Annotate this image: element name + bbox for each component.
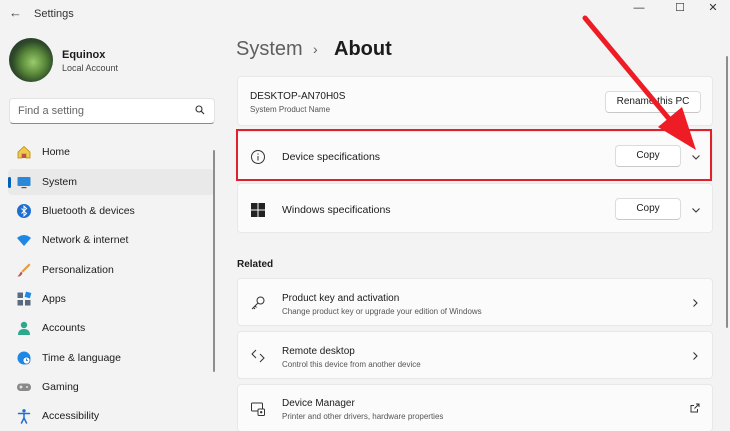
- sidebar-item-time-language[interactable]: Time & language: [8, 345, 214, 371]
- gamepad-icon: [17, 383, 31, 391]
- accounts-icon: [18, 321, 30, 335]
- globe-icon: [17, 351, 31, 365]
- related-item-remote-desktop[interactable]: Remote desktop Control this device from …: [237, 331, 713, 379]
- sidebar-item-label: Gaming: [42, 381, 79, 393]
- chevron-down-icon[interactable]: [691, 205, 701, 215]
- chevron-right-icon: [693, 352, 698, 360]
- sidebar-item-label: Network & internet: [42, 234, 129, 246]
- windows-specifications-label: Windows specifications: [282, 204, 391, 216]
- related-item-description: Change product key or upgrade your editi…: [282, 307, 482, 316]
- sidebar-item-network[interactable]: Network & internet: [8, 227, 214, 253]
- external-link-icon: [690, 403, 700, 413]
- search-box[interactable]: [9, 98, 215, 124]
- remote-desktop-icon: [251, 349, 265, 363]
- related-item-title: Product key and activation: [282, 293, 400, 304]
- back-arrow-icon[interactable]: ←: [9, 6, 23, 20]
- search-input[interactable]: [10, 99, 180, 123]
- related-item-title: Remote desktop: [282, 346, 355, 357]
- account-type: Local Account: [62, 63, 119, 73]
- sidebar-item-accessibility[interactable]: Accessibility: [8, 403, 214, 429]
- device-product-name: System Product Name: [250, 105, 331, 114]
- content-scrollbar[interactable]: [726, 56, 728, 328]
- sidebar-item-bluetooth[interactable]: Bluetooth & devices: [8, 198, 214, 224]
- sidebar-item-home[interactable]: Home: [8, 139, 214, 165]
- user-name: Equinox: [62, 49, 106, 61]
- active-indicator: [8, 177, 11, 188]
- sidebar-item-label: Apps: [42, 293, 66, 305]
- windows-icon: [251, 203, 265, 217]
- device-name: DESKTOP-AN70H0S: [250, 91, 346, 102]
- sidebar-item-apps[interactable]: Apps: [8, 286, 214, 312]
- related-item-title: Device Manager: [282, 398, 355, 409]
- sidebar-item-gaming[interactable]: Gaming: [8, 374, 214, 400]
- apps-icon: [17, 291, 32, 306]
- windows-specifications-row[interactable]: Windows specifications Copy: [237, 183, 713, 233]
- key-icon: [251, 296, 265, 310]
- related-item-description: Printer and other drivers, hardware prop…: [282, 412, 444, 421]
- sidebar-scrollbar[interactable]: [213, 150, 215, 372]
- sidebar-item-label: Time & language: [42, 352, 121, 364]
- breadcrumb-separator: ›: [313, 41, 318, 57]
- related-item-device-manager[interactable]: Device Manager Printer and other drivers…: [237, 384, 713, 431]
- page-title: About: [334, 38, 392, 60]
- sidebar-item-label: System: [42, 176, 78, 188]
- sidebar-item-accounts[interactable]: Accounts: [8, 315, 214, 341]
- annotation-arrow-icon: [582, 15, 696, 150]
- sidebar-item-label: Accessibility: [42, 410, 100, 422]
- search-icon[interactable]: [195, 105, 205, 115]
- breadcrumb-system[interactable]: System: [236, 38, 303, 61]
- copy-windows-specs-button[interactable]: Copy: [615, 198, 681, 220]
- bluetooth-icon: [17, 204, 31, 218]
- accessibility-icon: [17, 409, 31, 424]
- related-item-product-key[interactable]: Product key and activation Change produc…: [237, 278, 713, 326]
- device-manager-icon: [251, 402, 265, 416]
- sidebar-item-system[interactable]: System: [8, 169, 214, 195]
- avatar[interactable]: [9, 38, 53, 82]
- wifi-icon: [17, 235, 31, 246]
- sidebar-item-label: Bluetooth & devices: [42, 205, 135, 217]
- related-item-description: Control this device from another device: [282, 360, 421, 369]
- sidebar-item-personalization[interactable]: Personalization: [8, 257, 214, 283]
- chevron-right-icon: [693, 299, 698, 307]
- system-icon: [17, 177, 31, 189]
- app-title: Settings: [34, 8, 74, 20]
- brush-icon: [17, 263, 31, 277]
- sidebar-item-label: Personalization: [42, 264, 114, 276]
- sidebar-item-label: Home: [42, 146, 71, 158]
- home-icon: [17, 145, 31, 159]
- sidebar-item-label: Accounts: [42, 322, 86, 334]
- related-heading: Related: [237, 259, 274, 270]
